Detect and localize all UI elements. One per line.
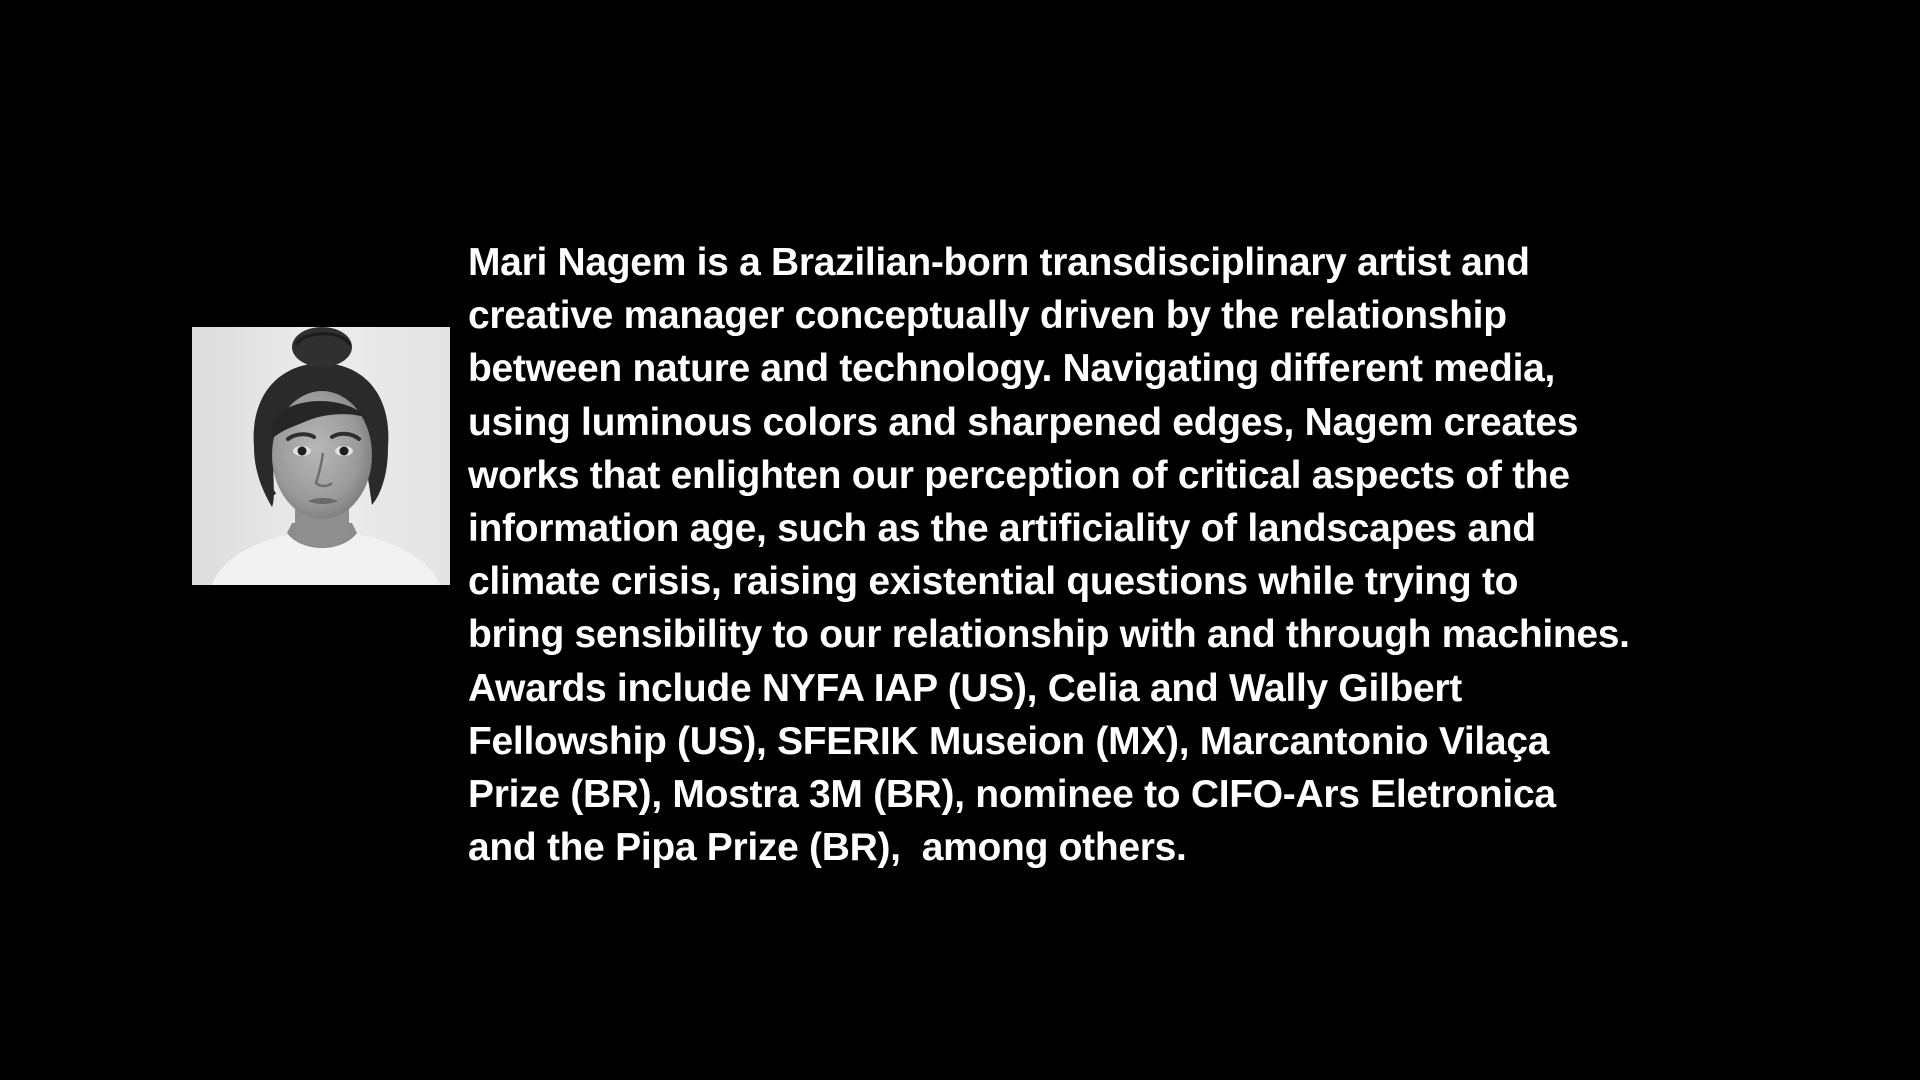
artist-portrait [192,327,450,585]
bio-line: Awards include NYFA IAP (US), Celia and … [468,666,1462,710]
bio-line: between nature and technology. Navigatin… [468,347,1556,391]
portrait-image [192,327,450,585]
bio-line: works that enlighten our perception of c… [468,453,1570,497]
bio-line: bring sensibility to our relationship wi… [468,613,1630,657]
bio-line: Prize (BR), Mostra 3M (BR), nominee to C… [468,773,1556,817]
bio-line: climate crisis, raising existential ques… [468,560,1519,604]
bio-line: Mari Nagem is a Brazilian-born transdisc… [468,241,1530,284]
bio-line: creative manager conceptually driven by … [468,294,1507,338]
artist-bio: Mari Nagem is a Brazilian-born transdisc… [468,236,1798,874]
bio-line: Fellowship (US), SFERIK Museion (MX), Ma… [468,719,1550,763]
bio-line: using luminous colors and sharpened edge… [468,400,1579,444]
bio-line: and the Pipa Prize (BR), among others. [468,826,1187,870]
bio-line: information age, such as the artificiali… [468,507,1536,551]
slide: Mari Nagem is a Brazilian-born transdisc… [0,0,1920,1080]
